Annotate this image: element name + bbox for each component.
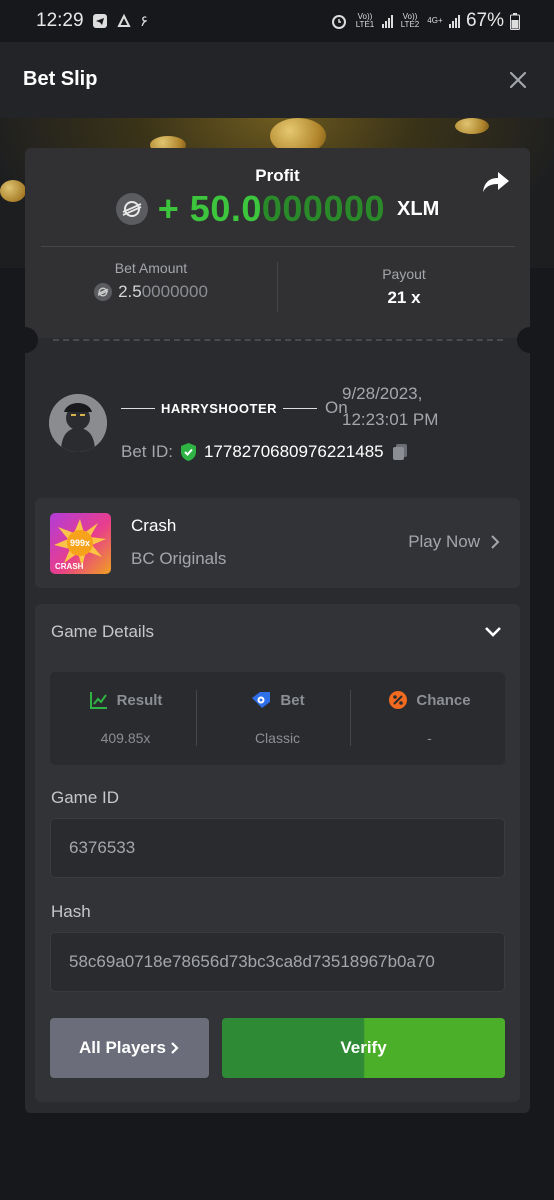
- network-lte2: Vo)) LTE2: [400, 12, 420, 29]
- result-column: Result 409.85x: [50, 672, 201, 765]
- game-provider: BC Originals: [131, 549, 227, 568]
- avatar[interactable]: [49, 394, 107, 452]
- chance-value: -: [427, 730, 432, 746]
- battery-icon: [510, 12, 520, 30]
- app-notification-icon: [117, 13, 131, 27]
- game-id-label: Game ID: [51, 788, 120, 807]
- game-details-panel: Game Details Result 409.85x Bet Classic: [35, 604, 520, 1102]
- chance-label: Chance: [416, 691, 471, 709]
- stellar-xlm-icon: [94, 283, 113, 301]
- bet-slip-card: Profit + 50.0000000 XLM Bet Amount 2.500…: [12, 148, 543, 1113]
- bet-amount-value: 2.50000000: [25, 282, 277, 302]
- copy-icon[interactable]: [390, 442, 410, 462]
- game-details-title[interactable]: Game Details: [51, 622, 154, 642]
- play-now-label: Play Now: [408, 532, 480, 551]
- profit-label: Profit: [255, 166, 300, 185]
- bet-amount-label: Bet Amount: [114, 260, 188, 276]
- profit-currency: XLM: [397, 197, 440, 220]
- chevron-right-icon: [491, 535, 500, 549]
- percent-icon: [389, 691, 408, 709]
- coin-decoration: [0, 180, 26, 202]
- battery-percent: 67%: [465, 10, 504, 31]
- result-value: 409.85x: [100, 730, 151, 746]
- ticket-notch-right: [517, 327, 543, 353]
- thumbnail-label: CRASH: [55, 562, 84, 571]
- bet-timestamp: 9/28/2023, 12:23:01 PM: [342, 384, 439, 429]
- status-bar: 12:29 ۶ Vo)) LTE1 Vo)) LTE2 4G+ 67%: [0, 0, 554, 42]
- divider: [196, 690, 197, 746]
- result-label: Result: [116, 691, 163, 709]
- signal-strength-icon-2: [448, 14, 460, 28]
- username-row: HARRYSHOOTER On: [121, 398, 348, 418]
- chart-up-icon: [89, 692, 107, 709]
- thumbnail-multiplier: 999x: [70, 538, 90, 548]
- profit-section: Profit + 50.0000000 XLM Bet Amount 2.500…: [25, 148, 530, 338]
- divider: [350, 690, 351, 746]
- divider: [41, 246, 515, 247]
- username[interactable]: HARRYSHOOTER: [161, 401, 277, 416]
- bet-column: Bet Classic: [202, 672, 353, 765]
- profit-amount: + 50.0000000: [157, 188, 386, 229]
- alarm-icon: [331, 15, 346, 29]
- bet-amount-stat: Bet Amount 2.50000000: [25, 260, 277, 302]
- verified-shield-icon: [180, 443, 196, 461]
- status-time: 12:29: [36, 10, 84, 31]
- status-extra-glyph: ۶: [140, 13, 149, 30]
- bet-value: Classic: [254, 730, 301, 746]
- payout-stat: Payout 21 x: [278, 266, 530, 308]
- all-players-button[interactable]: All Players: [50, 1018, 209, 1078]
- result-summary: Result 409.85x Bet Classic Chance -: [50, 672, 505, 765]
- game-id-field[interactable]: 6376533: [50, 818, 505, 878]
- bet-tag-icon: [252, 692, 271, 708]
- game-row[interactable]: 999x CRASH Crash BC Originals Play Now: [35, 498, 520, 588]
- network-4g: 4G+: [427, 16, 443, 25]
- payout-label: Payout: [382, 266, 426, 282]
- close-icon[interactable]: [508, 70, 528, 90]
- share-icon[interactable]: [482, 170, 510, 194]
- crash-game-thumbnail[interactable]: 999x CRASH: [50, 513, 111, 574]
- ticket-notch-left: [12, 327, 38, 353]
- chevron-right-icon: [171, 1042, 179, 1054]
- bet-id-label: Bet ID:: [121, 442, 173, 461]
- page-title: Bet Slip: [23, 68, 98, 90]
- stellar-xlm-icon: [115, 193, 148, 225]
- game-name: Crash: [131, 516, 177, 535]
- bet-id-row: Bet ID: 1778270680976221485: [121, 442, 410, 462]
- profit-amount-row: + 50.0000000 XLM: [25, 188, 530, 230]
- hash-field[interactable]: 58c69a0718e78656d73bc3ca8d73518967b0a70: [50, 932, 505, 992]
- bet-label: Bet: [280, 691, 305, 709]
- bet-slip-header: Bet Slip: [0, 42, 554, 118]
- hash-label: Hash: [51, 902, 91, 921]
- chance-column: Chance -: [354, 672, 505, 765]
- play-now-link[interactable]: Play Now: [408, 532, 500, 552]
- ticket-divider: [53, 339, 503, 341]
- network-lte1: Vo)) LTE1: [355, 12, 375, 29]
- payout-value: 21 x: [387, 288, 421, 307]
- coin-decoration: [455, 118, 489, 134]
- chevron-down-icon[interactable]: [484, 626, 502, 638]
- verify-button[interactable]: Verify: [222, 1018, 505, 1078]
- signal-strength-icon: [381, 14, 393, 28]
- telegram-icon: [93, 14, 107, 28]
- bet-id-value: 1778270680976221485: [203, 442, 384, 461]
